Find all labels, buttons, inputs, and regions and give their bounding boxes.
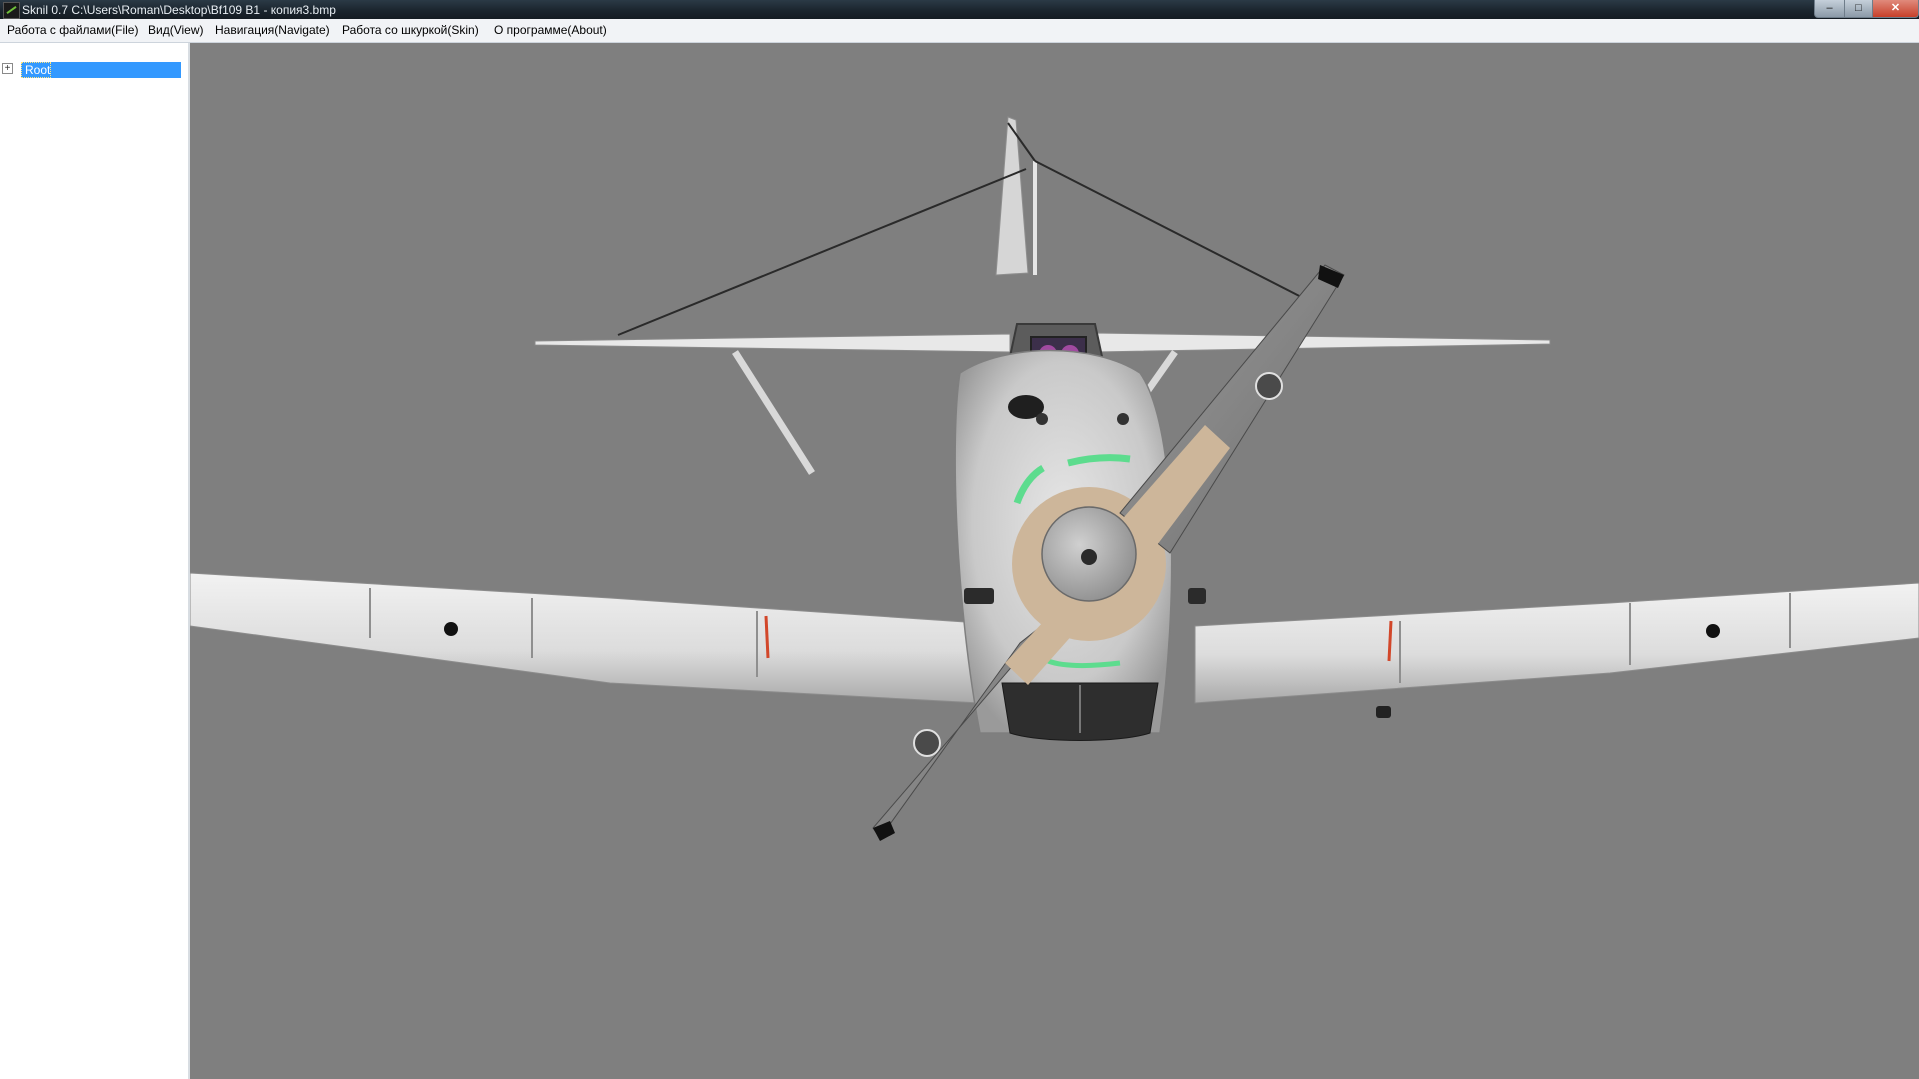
menu-view[interactable]: Вид(View)	[148, 23, 204, 37]
menu-skin[interactable]: Работа со шкуркой(Skin)	[342, 23, 479, 37]
aircraft-model	[190, 116, 1919, 841]
menu-file[interactable]: Работа с файлами(File)	[7, 23, 138, 37]
tree-expander-icon[interactable]: +	[2, 63, 13, 74]
minimize-button[interactable]: –	[1814, 0, 1845, 18]
maximize-button[interactable]: □	[1844, 0, 1873, 18]
menu-navigate[interactable]: Навигация(Navigate)	[215, 23, 330, 37]
menu-bar: Работа с файлами(File) Вид(View) Навигац…	[0, 19, 1919, 43]
app-icon	[3, 2, 20, 19]
tree-item-label: Root	[21, 62, 52, 78]
tree-item-root[interactable]: Root	[21, 62, 181, 78]
tree-panel: + Root	[0, 43, 189, 1079]
3d-viewport[interactable]	[190, 43, 1919, 1079]
title-bar: Sknil 0.7 C:\Users\Roman\Desktop\Bf109 B…	[0, 0, 1919, 19]
window-title: Sknil 0.7 C:\Users\Roman\Desktop\Bf109 B…	[22, 3, 336, 17]
close-button[interactable]: ✕	[1872, 0, 1919, 18]
menu-about[interactable]: О программе(About)	[494, 23, 607, 37]
